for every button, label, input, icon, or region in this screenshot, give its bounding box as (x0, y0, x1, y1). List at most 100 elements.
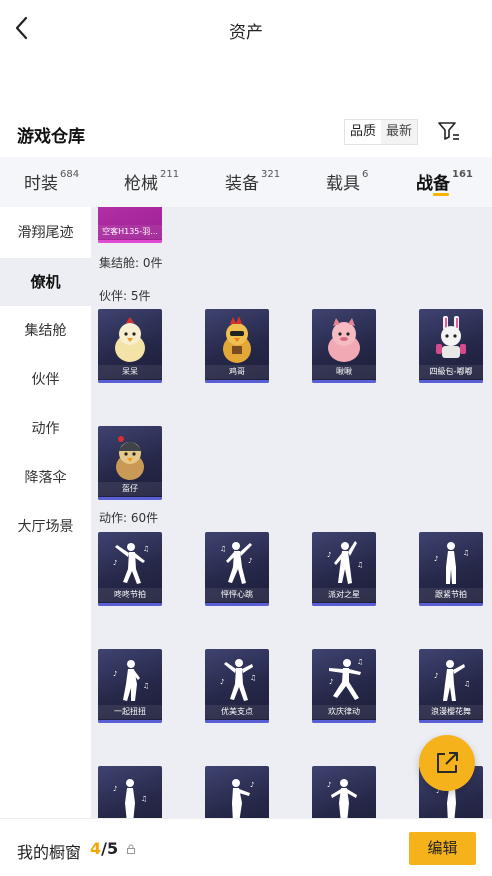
rarity-bar (419, 720, 483, 723)
sidebar-item-emote[interactable]: 动作 (0, 405, 91, 453)
svg-text:♪: ♪ (113, 785, 117, 793)
sidebar-item-wingman[interactable]: 僚机 (0, 258, 91, 306)
tab-label: 枪械 (124, 174, 158, 194)
showcase-bar: 我的橱窗 4/5 编辑 (0, 818, 492, 876)
item-card[interactable]: ♪ ♫ 怦怦心跳 (205, 532, 269, 606)
svg-text:♪: ♪ (329, 678, 333, 686)
dancer-silhouette-icon: ♪♫ (113, 779, 147, 818)
svg-text:♫: ♫ (143, 682, 149, 690)
item-card[interactable]: ♪ ♫ 跟紧节拍 (419, 532, 483, 606)
sort-newest-option[interactable]: 最新 (381, 120, 417, 144)
dancer-silhouette-icon: ♪♫ (329, 658, 363, 700)
warehouse-title: 游戏仓库 (17, 127, 85, 147)
rarity-bar (98, 380, 162, 383)
group-title-emote: 动作: 60件 (99, 511, 159, 525)
item-grid: 空客H135-羽... 集结舱: 0件 伙伴: 5件 呆呆 鸡哥 啾啾 四級包-… (91, 207, 492, 818)
sidebar-item-parachute[interactable]: 降落伞 (0, 454, 91, 502)
dancer-silhouette-icon: ♪♫ (434, 542, 469, 584)
item-card[interactable]: ♪ ♫ 派对之星 (312, 532, 376, 606)
rarity-bar (205, 380, 269, 383)
app-root: 资产 游戏仓库 品质 最新 时装 684 枪械 211 装备 321 载具 6 战备 16… (0, 0, 492, 876)
item-label: 跟紧节拍 (419, 588, 483, 602)
item-label: 浪漫樱花舞 (419, 705, 483, 719)
page-title: 资产 (229, 23, 263, 43)
tab-count: 161 (452, 169, 473, 180)
rarity-bar (205, 720, 269, 723)
sidebar-item-lobby-scene[interactable]: 大厅场景 (0, 503, 91, 551)
showcase-total: /5 (101, 839, 119, 858)
tab-equipment[interactable]: 装备 321 (225, 169, 280, 194)
svg-text:♪: ♪ (434, 555, 438, 563)
filter-button[interactable] (436, 118, 462, 144)
item-card[interactable]: ♪ ♫ 浪漫樱花舞 (419, 649, 483, 723)
tab-weapons[interactable]: 枪械 211 (124, 169, 179, 194)
tab-count: 6 (362, 169, 369, 180)
tab-count: 684 (60, 169, 80, 180)
sidebar-item-rally-pod[interactable]: 集结舱 (0, 307, 91, 355)
group-title-partner: 伙伴: 5件 (99, 289, 151, 303)
subcategory-sidebar: 滑翔尾迹 僚机 集结舱 伙伴 动作 降落伞 大厅场景 (0, 207, 91, 818)
tab-label: 载具 (326, 174, 360, 194)
item-label: 啾啾 (312, 365, 376, 379)
item-label: 咚咚节拍 (98, 588, 162, 602)
helmet-bird-figure-icon (116, 436, 144, 480)
dancer-silhouette-icon: ♪♫ (113, 660, 149, 701)
dancer-silhouette-icon: ♪♫ (220, 659, 256, 701)
tab-count: 211 (160, 169, 180, 180)
item-card[interactable]: ♪ ♫ (98, 766, 162, 818)
showcase-current: 4 (90, 839, 102, 858)
svg-text:♫: ♫ (464, 680, 470, 688)
showcase-count: 4/5 (90, 839, 118, 858)
svg-text:♫: ♫ (220, 545, 226, 553)
sort-quality-option[interactable]: 品质 (345, 120, 382, 144)
svg-text:♪: ♪ (434, 672, 438, 680)
item-label: 鸡哥 (205, 365, 269, 379)
item-label: 盔仔 (98, 482, 162, 496)
tab-fashion[interactable]: 时装 684 (24, 169, 79, 194)
svg-text:♫: ♫ (357, 561, 363, 569)
group-title-rally-pod: 集结舱: 0件 (99, 256, 163, 270)
rarity-bar (419, 380, 483, 383)
rarity-bar (312, 720, 376, 723)
item-card[interactable]: ♪ ♫ 咚咚节拍 (98, 532, 162, 606)
sort-toggle: 品质 最新 (344, 119, 419, 145)
rarity-bar (205, 603, 269, 606)
tab-label: 战备 (416, 174, 450, 194)
item-label: 一起扭扭 (98, 705, 162, 719)
svg-text:♫: ♫ (463, 549, 469, 557)
lock-icon (127, 844, 135, 854)
item-label: 优美支点 (205, 705, 269, 719)
edit-button[interactable]: 编辑 (409, 832, 476, 865)
svg-text:♫: ♫ (357, 658, 363, 666)
rarity-bar (312, 380, 376, 383)
item-card[interactable]: 啾啾 (312, 309, 376, 383)
sidebar-item-partner[interactable]: 伙伴 (0, 356, 91, 404)
share-button[interactable] (419, 735, 475, 791)
dancer-silhouette-icon: ♪ (327, 779, 357, 818)
dancer-silhouette-icon: ♪♫ (220, 542, 252, 584)
item-label: 空客H135-羽... (98, 225, 162, 239)
tab-combat-gear[interactable]: 战备 161 (416, 169, 473, 194)
item-card[interactable]: ♪ ♫ 优美支点 (205, 649, 269, 723)
rarity-bar (98, 497, 162, 500)
item-card[interactable]: ♪ ♫ 欢庆律动 (312, 649, 376, 723)
svg-text:♪: ♪ (327, 781, 331, 789)
item-card[interactable]: 空客H135-羽... (98, 207, 162, 243)
tab-vehicles[interactable]: 载具 6 (326, 169, 368, 194)
category-tabs: 时装 684 枪械 211 装备 321 载具 6 战备 161 (0, 157, 492, 207)
rooster-figure-icon (223, 316, 251, 363)
item-label: 四級包-嘟嘟 (419, 365, 483, 379)
item-card[interactable]: 鸡哥 (205, 309, 269, 383)
svg-text:♪: ♪ (220, 678, 224, 686)
sidebar-item-glide-trail[interactable]: 滑翔尾迹 (0, 209, 91, 257)
filter-icon (438, 122, 459, 140)
tab-count: 321 (261, 169, 281, 180)
pink-creature-figure-icon (328, 318, 360, 362)
item-card[interactable]: ♪ (205, 766, 269, 818)
item-card[interactable]: 盔仔 (98, 426, 162, 500)
item-label: 派对之星 (312, 588, 376, 602)
item-card[interactable]: 呆呆 (98, 309, 162, 383)
item-card[interactable]: ♪ ♫ 一起扭扭 (98, 649, 162, 723)
item-card[interactable]: ♪ (312, 766, 376, 818)
item-card[interactable]: 四級包-嘟嘟 (419, 309, 483, 383)
